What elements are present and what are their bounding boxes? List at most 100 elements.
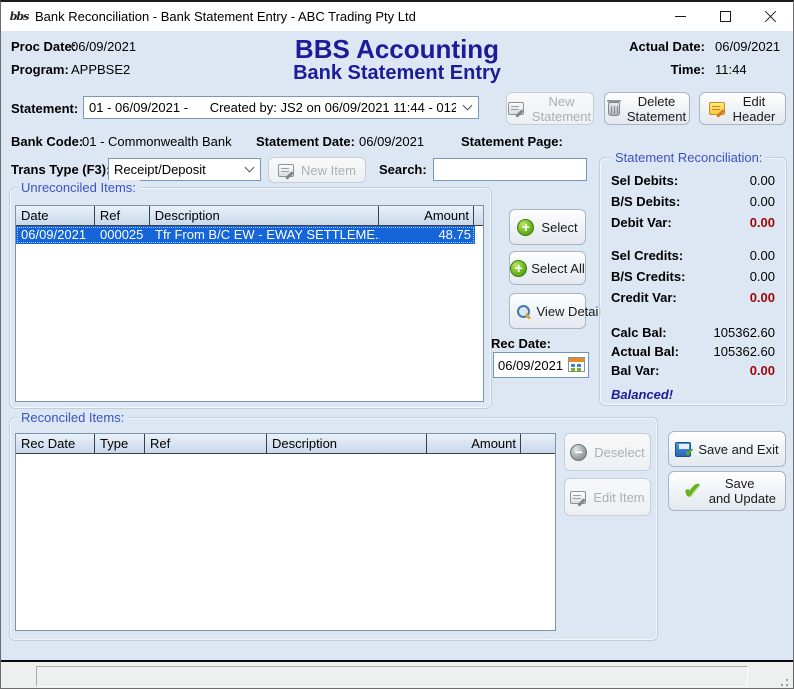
close-button[interactable] xyxy=(748,2,793,31)
actual-date-value: 06/09/2021 xyxy=(715,39,780,54)
unreconciled-table-header: Date Ref Description Amount xyxy=(16,206,483,226)
debit-var-label: Debit Var: xyxy=(611,215,672,230)
reconciled-items-group-label: Reconciled Items: xyxy=(17,410,128,425)
sel-debits-row: Sel Debits: 0.00 xyxy=(611,173,775,189)
sel-debits-label: Sel Debits: xyxy=(611,173,678,188)
statement-combobox[interactable]: 01 - 06/09/2021 - Created by: JS2 on 06/… xyxy=(83,96,479,119)
statement-date-value: 06/09/2021 xyxy=(359,134,424,149)
save-and-exit-label: Save and Exit xyxy=(698,442,778,457)
trans-type-value: Receipt/Deposit xyxy=(114,162,206,177)
view-detail-label: View Detail xyxy=(537,304,579,319)
actual-bal-value: 105362.60 xyxy=(714,344,775,359)
bs-debits-row: B/S Debits: 0.00 xyxy=(611,194,775,210)
debit-var-row: Debit Var: 0.00 xyxy=(611,215,775,231)
bs-debits-value: 0.00 xyxy=(750,194,775,209)
unreconciled-items-table[interactable]: Date Ref Description Amount 06/09/2021 0… xyxy=(15,205,484,402)
unreconciled-items-group-label: Unreconciled Items: xyxy=(17,180,140,195)
edit-item-icon xyxy=(570,491,586,504)
sel-credits-row: Sel Credits: 0.00 xyxy=(611,248,775,264)
chevron-down-icon xyxy=(463,100,473,110)
minimize-button[interactable] xyxy=(658,2,703,31)
column-header-filler xyxy=(521,434,555,453)
balanced-status: Balanced! xyxy=(611,387,673,402)
column-header-ref[interactable]: Ref xyxy=(95,206,150,225)
actual-bal-row: Actual Bal: 105362.60 xyxy=(611,344,775,360)
trans-type-combobox[interactable]: Receipt/Deposit xyxy=(108,158,261,181)
select-label: Select xyxy=(541,220,577,235)
cell-amount: 48.75 xyxy=(380,226,475,244)
new-item-button[interactable]: New Item xyxy=(268,157,366,183)
maximize-icon xyxy=(720,11,731,22)
rec-date-label: Rec Date: xyxy=(491,336,551,351)
select-all-label: Select All xyxy=(531,261,584,276)
app-logo-icon: bbs xyxy=(9,8,29,26)
debit-var-value: 0.00 xyxy=(750,215,775,230)
status-bar xyxy=(1,662,793,689)
delete-statement-label: Delete Statement xyxy=(627,94,687,124)
chevron-down-icon xyxy=(245,162,255,172)
bs-credits-row: B/S Credits: 0.00 xyxy=(611,269,775,285)
column-header-amount[interactable]: Amount xyxy=(427,434,521,453)
sel-debits-value: 0.00 xyxy=(750,173,775,188)
bank-code-label: Bank Code: xyxy=(11,134,83,149)
sel-credits-value: 0.00 xyxy=(750,248,775,263)
column-header-type[interactable]: Type xyxy=(95,434,145,453)
select-button[interactable]: + Select xyxy=(509,209,586,245)
cell-ref: 000025 xyxy=(95,226,150,244)
time-label: Time: xyxy=(671,62,705,77)
resize-grip-icon[interactable] xyxy=(776,674,788,686)
new-statement-button[interactable]: New Statement xyxy=(506,92,594,125)
credit-var-label: Credit Var: xyxy=(611,290,677,305)
save-and-update-label: Save and Update xyxy=(709,476,771,506)
edit-item-label: Edit Item xyxy=(593,490,644,505)
save-and-update-button[interactable]: ✔ Save and Update xyxy=(668,471,786,511)
edit-item-button[interactable]: Edit Item xyxy=(564,478,651,516)
calc-bal-row: Calc Bal: 105362.60 xyxy=(611,325,775,341)
rec-date-field[interactable]: 06/09/2021 xyxy=(493,352,589,378)
status-panel xyxy=(36,666,748,687)
new-statement-label: New Statement xyxy=(531,94,593,124)
new-item-icon xyxy=(278,164,294,177)
bal-var-value: 0.00 xyxy=(750,363,775,378)
table-row[interactable]: 06/09/2021 000025 Tfr From B/C EW - EWAY… xyxy=(16,226,475,244)
reconciled-items-table[interactable]: Rec Date Type Ref Description Amount xyxy=(15,433,556,631)
column-header-rec-date[interactable]: Rec Date xyxy=(16,434,95,453)
new-item-label: New Item xyxy=(301,163,356,178)
edit-header-icon xyxy=(709,102,725,115)
magnifier-icon xyxy=(517,305,530,318)
check-icon: ✔ xyxy=(685,446,694,461)
statement-combobox-value: 01 - 06/09/2021 - Created by: JS2 on 06/… xyxy=(89,100,456,115)
save-and-exit-button[interactable]: ✔ Save and Exit xyxy=(668,431,786,467)
cell-date: 06/09/2021 xyxy=(16,226,95,244)
bal-var-row: Bal Var: 0.00 xyxy=(611,363,775,379)
delete-statement-button[interactable]: Delete Statement xyxy=(604,92,690,125)
calendar-icon[interactable] xyxy=(568,357,585,372)
bs-credits-value: 0.00 xyxy=(750,269,775,284)
plus-circle-icon: + xyxy=(510,260,527,277)
trans-type-label: Trans Type (F3): xyxy=(11,162,110,177)
time-value: 11:44 xyxy=(715,62,747,77)
minus-circle-icon: − xyxy=(570,444,587,461)
column-header-description[interactable]: Description xyxy=(150,206,379,225)
statement-reconciliation-group-label: Statement Reconciliation: xyxy=(611,150,766,165)
actual-bal-label: Actual Bal: xyxy=(611,344,679,359)
sel-credits-label: Sel Credits: xyxy=(611,248,683,263)
column-header-amount[interactable]: Amount xyxy=(379,206,474,225)
select-all-button[interactable]: + Select All xyxy=(509,251,586,285)
new-statement-icon xyxy=(508,102,524,115)
statement-date-label: Statement Date: xyxy=(256,134,355,149)
plus-circle-icon: + xyxy=(517,219,534,236)
save-exit-icon: ✔ xyxy=(675,442,691,457)
bal-var-label: Bal Var: xyxy=(611,363,659,378)
search-input[interactable] xyxy=(433,158,587,181)
titlebar: bbs Bank Reconciliation - Bank Statement… xyxy=(1,2,793,31)
statement-reconciliation-group: Sel Debits: 0.00 B/S Debits: 0.00 Debit … xyxy=(599,157,787,406)
column-header-description[interactable]: Description xyxy=(267,434,427,453)
maximize-button[interactable] xyxy=(703,2,748,31)
rec-date-value: 06/09/2021 xyxy=(498,358,563,373)
edit-header-button[interactable]: Edit Header xyxy=(699,92,786,125)
deselect-button[interactable]: − Deselect xyxy=(564,433,651,471)
column-header-ref[interactable]: Ref xyxy=(145,434,267,453)
column-header-date[interactable]: Date xyxy=(16,206,95,225)
view-detail-button[interactable]: View Detail xyxy=(509,293,586,329)
